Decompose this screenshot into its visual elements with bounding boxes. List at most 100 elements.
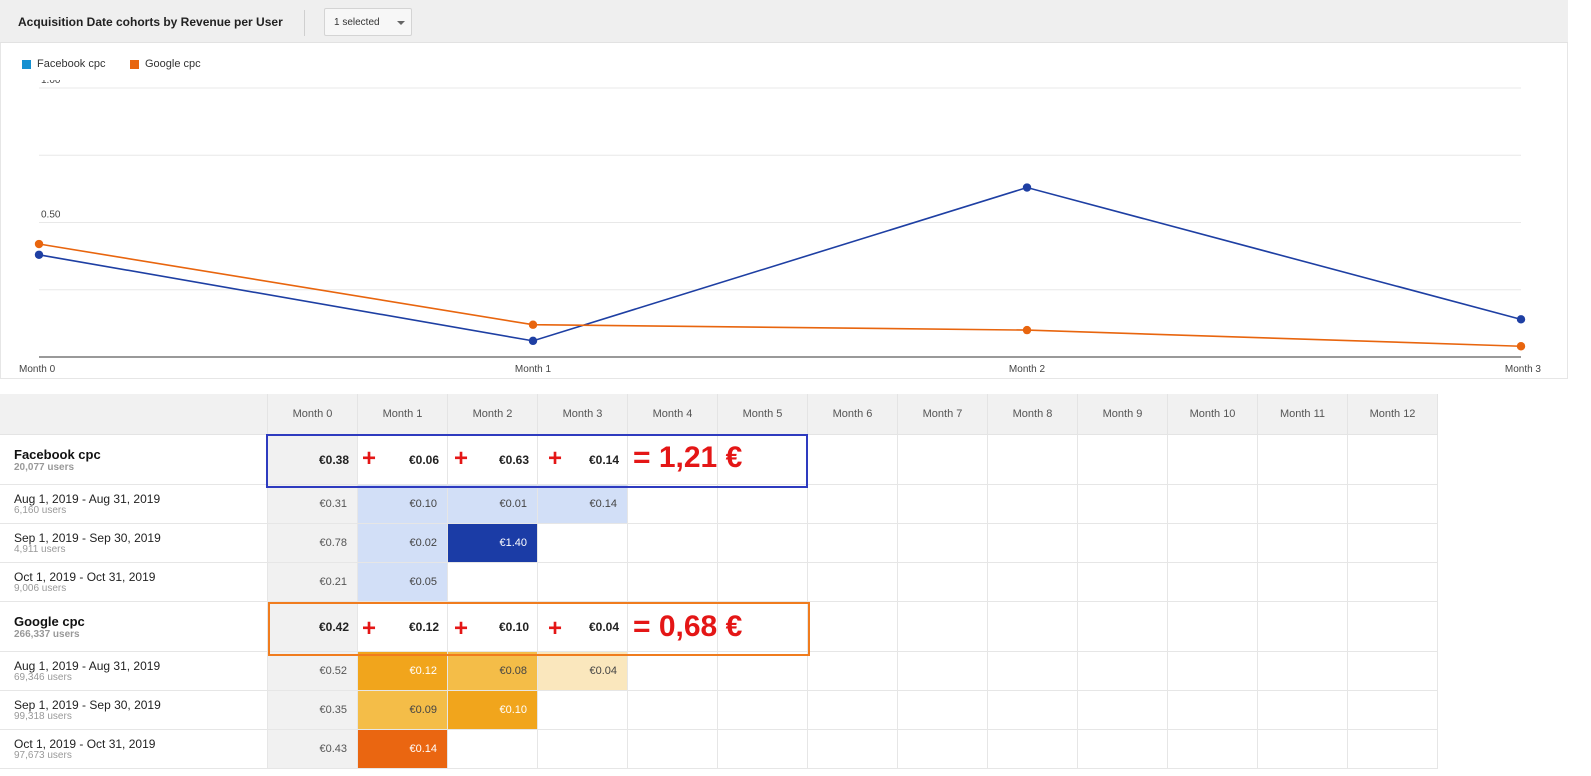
y-tick-label: 0.50 xyxy=(41,210,61,221)
column-header: Month 9 xyxy=(1077,394,1168,435)
data-point[interactable] xyxy=(1022,183,1032,192)
plus-sign: + xyxy=(454,445,469,472)
legend-swatch-icon xyxy=(22,59,31,69)
value-cell: €0.14 xyxy=(537,484,628,524)
value-cell xyxy=(987,484,1078,524)
value-cell: €0.43 xyxy=(267,729,358,769)
value-cell xyxy=(1077,562,1168,602)
user-count: 4,911 users xyxy=(14,544,66,555)
user-count: 97,673 users xyxy=(14,750,72,761)
facebook-total: = 1,21 € xyxy=(633,441,743,474)
x-tick-label: Month 1 xyxy=(515,364,552,375)
value-cell xyxy=(1167,434,1258,485)
column-header: Month 0 xyxy=(267,394,358,435)
data-point[interactable] xyxy=(528,336,538,346)
metric-selector-dropdown[interactable]: 1 selected xyxy=(324,8,412,36)
column-header: Month 12 xyxy=(1347,394,1438,435)
value-cell xyxy=(897,729,988,769)
value-cell xyxy=(627,729,718,769)
table-header-row: Month 0 Month 1 Month 2 Month 3 Month 4 Month… xyxy=(0,394,1438,435)
value-cell xyxy=(897,523,988,563)
table-row: Aug 1, 2019 - Aug 31, 2019 69,346 users €0… xyxy=(0,651,1438,691)
value-cell xyxy=(1167,484,1258,524)
value-cell xyxy=(897,651,988,691)
value-cell xyxy=(807,562,898,602)
value-cell xyxy=(1347,729,1438,769)
data-point[interactable] xyxy=(1022,325,1032,335)
value-cell xyxy=(1077,690,1168,730)
value-cell xyxy=(717,562,808,602)
value-cell xyxy=(1077,523,1168,563)
value-cell xyxy=(897,601,988,652)
value-cell xyxy=(1167,523,1258,563)
user-count: 99,318 users xyxy=(14,711,72,722)
column-header: Month 5 xyxy=(717,394,808,435)
y-tick-label: 1.00 xyxy=(41,80,61,86)
value-cell: €0.09 xyxy=(357,690,448,730)
value-cell xyxy=(537,690,628,730)
user-count: 20,077 users xyxy=(14,461,75,473)
value-cell xyxy=(537,523,628,563)
plus-sign: + xyxy=(362,615,377,642)
column-header: Month 11 xyxy=(1257,394,1348,435)
user-count: 9,006 users xyxy=(14,583,67,594)
value-cell xyxy=(1167,690,1258,730)
value-cell: €0.52 xyxy=(267,651,358,691)
value-cell xyxy=(1167,562,1258,602)
data-point[interactable] xyxy=(528,320,538,329)
column-header: Month 1 xyxy=(357,394,448,435)
table-row: Oct 1, 2019 - Oct 31, 2019 9,006 users €0.… xyxy=(0,562,1438,602)
table-row: Aug 1, 2019 - Aug 31, 2019 6,160 users €0.… xyxy=(0,484,1438,524)
value-cell xyxy=(1167,601,1258,652)
column-header: Month 6 xyxy=(807,394,898,435)
value-cell xyxy=(717,523,808,563)
value-cell xyxy=(807,484,898,524)
data-point[interactable] xyxy=(1516,315,1526,324)
value-cell xyxy=(1077,729,1168,769)
legend-item-facebook[interactable]: Facebook cpc xyxy=(22,58,105,70)
column-header: Month 7 xyxy=(897,394,988,435)
line-chart: 1.00 0.50 Month 0 Month 1 Month 2 Month 3 xyxy=(19,80,1541,375)
value-cell xyxy=(1257,484,1348,524)
value-cell xyxy=(1257,434,1348,485)
plus-sign: + xyxy=(548,445,563,472)
value-cell xyxy=(807,729,898,769)
date-range: Sep 1, 2019 - Sep 30, 2019 xyxy=(14,698,161,712)
row-label: Oct 1, 2019 - Oct 31, 2019 97,673 users xyxy=(0,729,268,769)
value-cell: €0.02 xyxy=(357,523,448,563)
data-point[interactable] xyxy=(34,250,44,259)
value-cell xyxy=(987,690,1078,730)
value-cell xyxy=(807,690,898,730)
value-cell xyxy=(987,601,1078,652)
value-cell: €0.12 xyxy=(357,651,448,691)
row-label: Sep 1, 2019 - Sep 30, 2019 4,911 users xyxy=(0,523,268,563)
row-label: Facebook cpc 20,077 users xyxy=(0,434,268,485)
value-cell: €0.08 xyxy=(447,651,538,691)
value-cell xyxy=(1257,651,1348,691)
date-range: Aug 1, 2019 - Aug 31, 2019 xyxy=(14,659,161,673)
report-header: Acquisition Date cohorts by Revenue per … xyxy=(0,0,1568,43)
value-cell: €0.04 xyxy=(537,651,628,691)
value-cell xyxy=(897,434,988,485)
value-cell xyxy=(447,729,538,769)
value-cell: €0.01 xyxy=(447,484,538,524)
channel-name: Facebook cpc xyxy=(14,446,101,462)
value-cell xyxy=(1257,729,1348,769)
value-cell xyxy=(1347,651,1438,691)
value-cell: €0.10 xyxy=(357,484,448,524)
row-label: Google cpc 266,337 users xyxy=(0,601,268,652)
data-point[interactable] xyxy=(34,239,44,249)
value-cell xyxy=(987,729,1078,769)
legend-item-google[interactable]: Google cpc xyxy=(130,58,201,70)
value-cell xyxy=(1347,523,1438,563)
value-cell xyxy=(987,523,1078,563)
date-range: Aug 1, 2019 - Aug 31, 2019 xyxy=(14,492,161,506)
column-header: Month 3 xyxy=(537,394,628,435)
value-cell xyxy=(1077,651,1168,691)
value-cell xyxy=(1077,434,1168,485)
value-cell xyxy=(807,601,898,652)
data-point[interactable] xyxy=(1516,342,1526,351)
value-cell xyxy=(1257,562,1348,602)
value-cell xyxy=(987,651,1078,691)
value-cell: €1.40 xyxy=(447,523,538,563)
